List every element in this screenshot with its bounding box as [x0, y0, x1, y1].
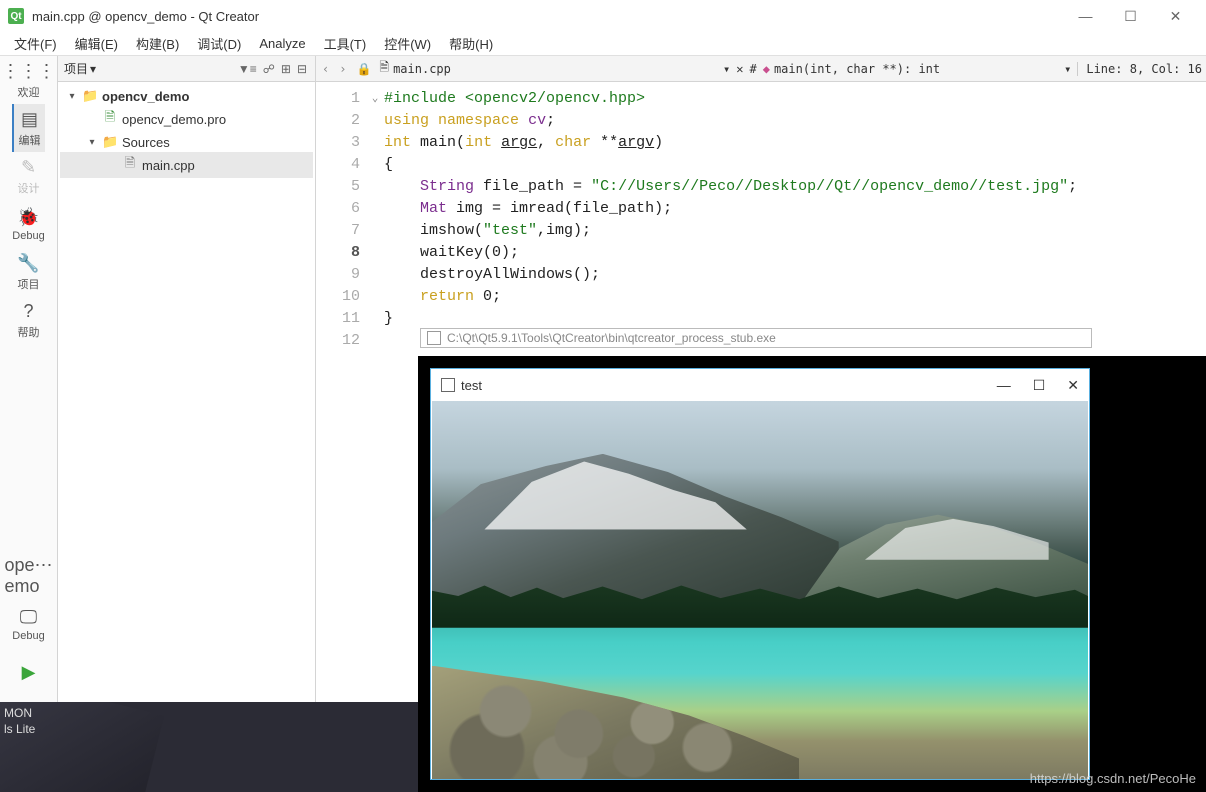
menu-1[interactable]: 编辑(E): [67, 32, 126, 55]
window-icon: [441, 378, 455, 392]
cursor-position: Line: 8, Col: 16: [1077, 62, 1202, 76]
project-panel-dropdown[interactable]: 项目 ▾: [64, 60, 96, 77]
tree-item[interactable]: 🗎 opencv_demo.pro: [60, 106, 313, 132]
desktop-background-peek: MON ls Lite: [0, 702, 418, 792]
img-minimize-button[interactable]: —: [997, 377, 1011, 394]
tree-label: opencv_demo: [102, 89, 189, 104]
chevron-down-icon: ▾: [90, 62, 96, 76]
img-close-button[interactable]: ✕: [1067, 377, 1079, 394]
edit-icon: ▤: [18, 108, 40, 130]
desktop-text-2: ls Lite: [4, 722, 35, 736]
nav-back-button[interactable]: ‹: [320, 62, 331, 76]
panel-tool-0[interactable]: ▼≡: [236, 62, 259, 76]
chevron-down-icon: ▾: [1064, 62, 1071, 76]
desktop-text-1: MON: [4, 706, 32, 720]
tree-caret-icon: ▾: [66, 91, 78, 102]
tree-item[interactable]: ▾ 📁 opencv_demo: [60, 86, 313, 106]
image-window[interactable]: test — ☐ ✕: [430, 368, 1090, 780]
welcome-icon: ⋮⋮⋮: [17, 60, 39, 82]
nav-label: 欢迎: [17, 84, 39, 100]
nav-label: Debug: [12, 630, 44, 642]
title-bar: Qt main.cpp @ opencv_demo - Qt Creator —…: [0, 0, 1206, 32]
build-config-icon: 🖵: [17, 606, 39, 628]
tree-node-icon: 🗎: [122, 154, 138, 176]
file-icon: 🗎: [379, 58, 389, 79]
action-build-config[interactable]: 🖵 Debug: [12, 600, 44, 648]
nav-design[interactable]: ✎ 设计: [12, 152, 44, 200]
nav-debug[interactable]: 🐞 Debug: [12, 200, 44, 248]
nav-welcome[interactable]: ⋮⋮⋮ 欢迎: [12, 56, 44, 104]
image-window-title: test: [461, 378, 482, 393]
image-content: [432, 401, 1088, 779]
tree-node-icon: 📁: [82, 88, 98, 104]
menu-6[interactable]: 控件(W): [376, 32, 439, 55]
panel-tool-1[interactable]: ☍: [261, 62, 277, 76]
console-icon: [427, 331, 441, 345]
lock-icon: 🔒: [354, 62, 373, 76]
run-icon: ▶: [17, 661, 39, 683]
action-kit-selector[interactable]: ope⋯emo: [12, 552, 44, 600]
tree-node-icon: 🗎: [102, 108, 118, 130]
window-title: main.cpp @ opencv_demo - Qt Creator: [32, 9, 259, 24]
help-icon: ?: [17, 300, 39, 322]
menu-5[interactable]: 工具(T): [316, 32, 375, 55]
mode-sidebar: ⋮⋮⋮欢迎▤编辑✎设计🐞Debug🔧项目?帮助 ope⋯emo🖵Debug▶▶🐞…: [0, 56, 58, 792]
symbol-dropdown[interactable]: ◆ main(int, char **): int ▾: [763, 62, 1072, 76]
design-icon: ✎: [17, 156, 39, 178]
file-dropdown[interactable]: 🗎 main.cpp ▾: [379, 58, 730, 79]
process-stub-bar: C:\Qt\Qt5.9.1\Tools\QtCreator\bin\qtcrea…: [420, 328, 1092, 348]
window-close-button[interactable]: ✕: [1153, 2, 1198, 30]
process-path: C:\Qt\Qt5.9.1\Tools\QtCreator\bin\qtcrea…: [447, 331, 776, 345]
tree-node-icon: 📁: [102, 134, 118, 150]
split-button[interactable]: #: [749, 62, 756, 76]
project-panel: 项目 ▾ ▼≡☍⊞⊟ ▾ 📁 opencv_demo 🗎 opencv_demo.pro…: [58, 56, 316, 792]
nav-label: 帮助: [17, 324, 39, 340]
chevron-down-icon: ▾: [723, 62, 730, 76]
tree-label: main.cpp: [142, 158, 195, 173]
nav-edit[interactable]: ▤ 编辑: [12, 104, 44, 152]
kit-selector-icon: ope⋯emo: [17, 565, 39, 587]
action-run[interactable]: ▶: [12, 648, 44, 696]
menu-4[interactable]: Analyze: [251, 34, 313, 53]
app-icon: Qt: [8, 8, 24, 24]
tree-label: opencv_demo.pro: [122, 112, 226, 127]
close-file-button[interactable]: ✕: [736, 62, 743, 76]
output-black-frame: test — ☐ ✕ https://blog.csdn.net/PecoHe: [418, 356, 1206, 792]
nav-label: 项目: [17, 276, 39, 292]
nav-projects[interactable]: 🔧 项目: [12, 248, 44, 296]
nav-help[interactable]: ? 帮助: [12, 296, 44, 344]
panel-tool-3[interactable]: ⊟: [295, 62, 309, 76]
panel-tool-2[interactable]: ⊞: [279, 62, 293, 76]
menu-0[interactable]: 文件(F): [6, 32, 65, 55]
projects-icon: 🔧: [17, 252, 39, 274]
tree-caret-icon: ▾: [86, 137, 98, 148]
debug-icon: 🐞: [17, 206, 39, 228]
tree-item[interactable]: ▾ 📁 Sources: [60, 132, 313, 152]
file-name: main.cpp: [393, 62, 451, 76]
project-panel-header: 项目 ▾ ▼≡☍⊞⊟: [58, 56, 315, 82]
menu-2[interactable]: 构建(B): [128, 32, 187, 55]
watermark: https://blog.csdn.net/PecoHe: [1030, 771, 1196, 786]
menu-bar: 文件(F)编辑(E)构建(B)调试(D)Analyze工具(T)控件(W)帮助(…: [0, 32, 1206, 56]
nav-label: 设计: [17, 180, 39, 196]
symbol-icon: ◆: [763, 62, 770, 76]
img-maximize-button[interactable]: ☐: [1033, 377, 1046, 394]
window-maximize-button[interactable]: ☐: [1108, 2, 1153, 30]
nav-label: Debug: [12, 230, 44, 242]
menu-3[interactable]: 调试(D): [189, 32, 249, 55]
image-window-titlebar[interactable]: test — ☐ ✕: [431, 369, 1089, 401]
editor-toolbar: ‹ › 🔒 🗎 main.cpp ▾ ✕ # ◆ main(int, char …: [316, 56, 1206, 82]
nav-label: 编辑: [18, 132, 40, 148]
menu-7[interactable]: 帮助(H): [441, 32, 501, 55]
window-minimize-button[interactable]: —: [1063, 2, 1108, 30]
tree-item[interactable]: 🗎 main.cpp: [60, 152, 313, 178]
tree-label: Sources: [122, 135, 170, 150]
project-tree[interactable]: ▾ 📁 opencv_demo 🗎 opencv_demo.pro ▾ 📁 Sources 🗎 m…: [58, 82, 315, 766]
nav-forward-button[interactable]: ›: [337, 62, 348, 76]
